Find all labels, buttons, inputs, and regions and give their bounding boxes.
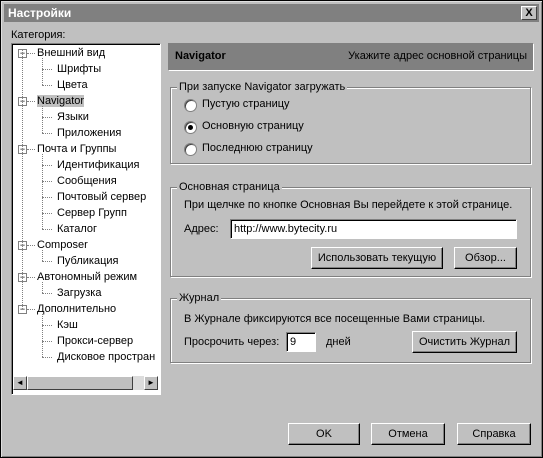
days-label: дней bbox=[326, 336, 351, 348]
tree-item[interactable]: Сообщения bbox=[57, 175, 117, 187]
tree-item[interactable]: Идентификация bbox=[57, 159, 139, 171]
tree-connector bbox=[27, 149, 35, 150]
address-input[interactable]: http://www.bytecity.ru bbox=[230, 219, 517, 239]
expire-label: Просрочить через: bbox=[184, 336, 280, 348]
tree-item[interactable]: Цвета bbox=[57, 79, 88, 91]
tree-item[interactable]: Composer bbox=[37, 239, 88, 251]
startup-legend: При запуске Navigator загружать bbox=[177, 81, 348, 93]
history-legend: Журнал bbox=[177, 292, 222, 304]
radio-last-page-label[interactable]: Последнюю страницу bbox=[202, 142, 313, 154]
tree-connector bbox=[27, 277, 35, 278]
tree-connector bbox=[42, 197, 52, 198]
tree-connector bbox=[27, 309, 35, 310]
tree-connector bbox=[42, 341, 52, 342]
tree-item[interactable]: Почтовый сервер bbox=[57, 191, 146, 203]
browse-button[interactable]: Обзор... bbox=[454, 247, 517, 269]
tree-branch-line bbox=[42, 314, 43, 357]
tree-connector bbox=[42, 133, 52, 134]
tree-item[interactable]: Прокси-сервер bbox=[57, 335, 133, 347]
tree-item[interactable]: Каталог bbox=[57, 223, 97, 235]
tree-root-line bbox=[22, 50, 23, 309]
settings-dialog: Настройки X Категория: − Внешний вид Шрифт… bbox=[0, 0, 543, 458]
tree-item[interactable]: Языки bbox=[57, 111, 89, 123]
panel-description: Укажите адрес основной страницы bbox=[348, 50, 527, 62]
radio-last-page[interactable] bbox=[184, 143, 197, 156]
radio-blank-page-label[interactable]: Пустую страницу bbox=[202, 98, 290, 110]
expire-days-input[interactable]: 9 bbox=[286, 332, 316, 352]
tree-item[interactable]: Почта и Группы bbox=[37, 143, 116, 155]
tree-connector bbox=[42, 357, 52, 358]
address-label: Адрес: bbox=[184, 223, 219, 235]
panel-title: Navigator bbox=[175, 50, 226, 62]
use-current-button[interactable]: Использовать текущую bbox=[311, 247, 443, 269]
help-button[interactable]: Справка bbox=[457, 423, 531, 445]
tree-horizontal-scrollbar[interactable]: ◄ ► bbox=[13, 376, 158, 390]
tree-connector bbox=[42, 325, 52, 326]
tree-item[interactable]: Шрифты bbox=[57, 63, 101, 75]
tree-branch-line bbox=[42, 106, 43, 133]
title-bar: Настройки X bbox=[4, 4, 539, 22]
radio-home-page-label[interactable]: Основную страницу bbox=[202, 120, 304, 132]
tree-branch-line bbox=[42, 282, 43, 293]
clear-history-button[interactable]: Очистить Журнал bbox=[412, 331, 517, 353]
radio-checked-dot bbox=[188, 125, 193, 130]
tree-item[interactable]: Приложения bbox=[57, 127, 121, 139]
tree-connector bbox=[27, 245, 35, 246]
homepage-legend: Основная страница bbox=[177, 181, 282, 193]
category-tree[interactable]: − Внешний вид Шрифты Цвета − Navigator Языки Пр… bbox=[11, 43, 161, 395]
tree-connector bbox=[42, 229, 52, 230]
tree-connector bbox=[42, 213, 52, 214]
tree-connector bbox=[27, 101, 35, 102]
tree-item[interactable]: Кэш bbox=[57, 319, 78, 331]
history-hint: В Журнале фиксируются все посещенные Вам… bbox=[184, 313, 486, 325]
tree-item[interactable]: Загрузка bbox=[57, 287, 101, 299]
tree-connector bbox=[42, 165, 52, 166]
category-label: Категория: bbox=[11, 29, 66, 41]
cancel-button[interactable]: Отмена bbox=[371, 423, 445, 445]
tree-connector bbox=[42, 181, 52, 182]
tree-item[interactable]: Дисковое простран bbox=[57, 351, 155, 363]
tree-branch-line bbox=[42, 58, 43, 85]
radio-blank-page[interactable] bbox=[184, 99, 197, 112]
homepage-hint: При щелчке по кнопке Основная Вы перейде… bbox=[184, 199, 513, 211]
tree-connector bbox=[42, 261, 52, 262]
tree-connector bbox=[42, 85, 52, 86]
tree-item[interactable]: Автономный режим bbox=[37, 271, 137, 283]
ok-button[interactable]: OK bbox=[288, 423, 360, 445]
radio-home-page[interactable] bbox=[184, 121, 197, 134]
panel-header: Navigator Укажите адрес основной страниц… bbox=[168, 43, 534, 71]
tree-branch-line bbox=[42, 154, 43, 229]
tree-connector bbox=[42, 117, 52, 118]
tree-item[interactable]: Публикация bbox=[57, 255, 118, 267]
window-title: Настройки bbox=[8, 6, 72, 20]
close-button[interactable]: X bbox=[521, 6, 537, 20]
tree-item[interactable]: Дополнительно bbox=[37, 303, 116, 315]
scroll-right-button[interactable]: ► bbox=[144, 376, 158, 390]
tree-connector bbox=[42, 69, 52, 70]
scroll-left-button[interactable]: ◄ bbox=[13, 376, 27, 390]
tree-connector bbox=[42, 293, 52, 294]
tree-item[interactable]: Navigator bbox=[37, 95, 85, 107]
tree-branch-line bbox=[42, 250, 43, 261]
tree-item[interactable]: Внешний вид bbox=[37, 47, 105, 59]
tree-connector bbox=[27, 53, 35, 54]
scroll-thumb[interactable] bbox=[27, 376, 133, 390]
tree-item[interactable]: Сервер Групп bbox=[57, 207, 127, 219]
